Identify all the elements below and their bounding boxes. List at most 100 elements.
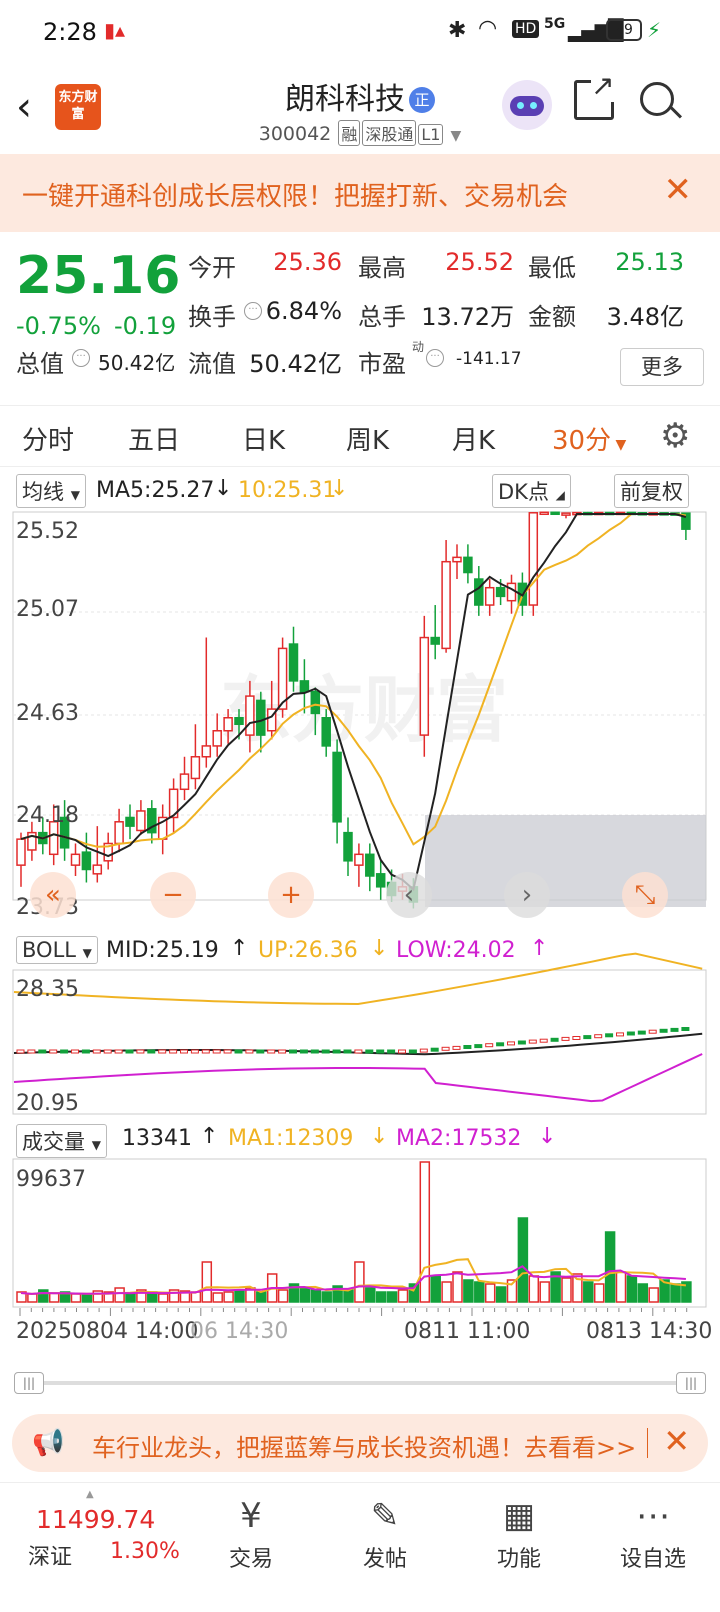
boll-mid-arrow: ↑	[230, 936, 249, 961]
info-icon[interactable]: ···	[72, 349, 90, 367]
boll-candle	[71, 1049, 79, 1054]
stock-subtitle: 300042 融深股通 L1 ▼	[0, 120, 720, 146]
network-5g: 5G	[544, 16, 566, 32]
more-button[interactable]: 更多	[620, 348, 704, 386]
volume-bar	[125, 1292, 136, 1303]
boll-candle	[616, 1032, 624, 1037]
app-notification-icon: ▮▴	[104, 18, 126, 42]
tab-five-day[interactable]: 五日	[128, 420, 180, 457]
battery-icon: 99	[606, 19, 642, 41]
nav-watchlist[interactable]: ⋯ 设自选	[608, 1491, 698, 1573]
robot-assistant-icon[interactable]	[502, 80, 552, 130]
volume-bar	[48, 1292, 60, 1303]
nav-trade[interactable]: ¥ 交易	[206, 1491, 296, 1573]
info-icon[interactable]: ···	[426, 349, 444, 367]
low-value: 25.13	[615, 248, 684, 276]
boll-candle	[550, 1037, 559, 1042]
nav-post-label: 发帖	[362, 1547, 407, 1572]
y-label-2: 25.07	[16, 597, 79, 622]
chart-scrollbar[interactable]: ||| |||	[14, 1372, 706, 1394]
boll-candle	[594, 1034, 603, 1039]
tag-level: L1	[418, 124, 444, 145]
index-percent[interactable]: 1.30%	[110, 1539, 180, 1564]
volume-value: 13.72万	[421, 303, 514, 331]
boll-candle	[507, 1041, 515, 1046]
boll-candle	[583, 1035, 592, 1040]
nav-watchlist-label: 设自选	[619, 1547, 686, 1572]
scroll-grip-right[interactable]: |||	[676, 1372, 706, 1394]
volume-bar	[81, 1294, 93, 1303]
tab-30min[interactable]: 30分 ▼	[552, 420, 626, 457]
volume-arrow: ↑	[200, 1124, 219, 1149]
chevron-down-icon[interactable]: ▼	[450, 128, 461, 144]
boll-candle	[605, 1033, 614, 1038]
zoom-in-icon[interactable]: +	[268, 872, 314, 918]
boll-candle	[212, 1049, 221, 1054]
index-value[interactable]: 11499.74	[36, 1505, 155, 1534]
index-name[interactable]: 深证	[28, 1539, 72, 1571]
boll-candle	[147, 1049, 156, 1054]
boll-low-arrow: ↑	[530, 936, 549, 961]
amount-label: 金额	[528, 303, 576, 331]
candle-body	[70, 853, 81, 866]
volume-ma2-arrow: ↓	[538, 1124, 557, 1149]
scroll-track[interactable]	[32, 1381, 688, 1385]
volume-bar	[256, 1291, 267, 1303]
fullscreen-icon[interactable]: ⤡	[622, 872, 668, 918]
boll-candle	[289, 1049, 297, 1054]
vol-y-top: 99637	[16, 1167, 86, 1192]
open-value: 25.36	[273, 248, 342, 276]
boll-candle	[496, 1042, 505, 1047]
nav-functions[interactable]: ▦ 功能	[474, 1491, 564, 1573]
boll-candle	[16, 1049, 25, 1054]
promo-banner[interactable]: 一键开通科创成长层权限！把握打新、交易机会 ✕	[0, 154, 720, 232]
tab-month-k[interactable]: 月K	[452, 420, 495, 457]
boll-candle	[190, 1049, 199, 1054]
volume-bar	[517, 1217, 529, 1303]
boll-candle	[267, 1049, 276, 1054]
bluetooth-icon: ✱	[448, 18, 467, 43]
volume-bar	[419, 1161, 431, 1303]
change-amount: -0.19	[114, 312, 177, 340]
volume-bar	[441, 1281, 452, 1303]
boll-select[interactable]: BOLL ▼	[16, 936, 98, 964]
ad-banner[interactable]: 📢 车行业龙头，把握蓝筹与成长投资机遇！去看看>> ✕	[12, 1414, 708, 1472]
settings-gear-icon[interactable]: ⚙	[660, 416, 690, 456]
boll-name: BOLL	[22, 938, 76, 962]
volume-name: 成交量	[22, 1130, 85, 1154]
volume-bar	[70, 1293, 82, 1303]
zoom-out-icon[interactable]: −	[150, 872, 196, 918]
y-label-4: 24.18	[16, 803, 79, 828]
close-icon[interactable]: ✕	[664, 170, 693, 210]
volume-bar	[593, 1283, 605, 1303]
scroll-grip-left[interactable]: |||	[14, 1372, 44, 1394]
info-icon[interactable]: ···	[244, 302, 262, 320]
volume-bar	[484, 1283, 496, 1303]
volume-select[interactable]: 成交量 ▼	[16, 1124, 107, 1158]
share-icon[interactable]: ↗	[574, 69, 615, 120]
kline-chart-area[interactable]: 均线 ▼ MA5:25.27 ↓ 10:25.31 ↓ DK点 ◢ 前复权 东方…	[0, 470, 720, 1380]
tab-day-k[interactable]: 日K	[242, 420, 285, 457]
step-left-icon[interactable]: ‹	[386, 872, 432, 918]
volume-value: 13341	[122, 1126, 192, 1151]
pe-label: 市盈	[358, 350, 406, 378]
volume-bar	[397, 1289, 409, 1303]
nav-post[interactable]: ✎ 发帖	[340, 1491, 430, 1573]
candle-body	[419, 636, 430, 736]
tab-intraday[interactable]: 分时	[22, 420, 74, 457]
charging-icon: ⚡	[647, 18, 662, 42]
candle-body	[343, 831, 353, 862]
volume-ma1-arrow: ↓	[370, 1124, 389, 1149]
step-right-icon[interactable]: ›	[504, 872, 550, 918]
search-icon[interactable]	[640, 82, 683, 119]
candle-body	[201, 745, 212, 758]
stock-code: 300042	[258, 123, 332, 145]
change-percent: -0.75%	[16, 312, 101, 340]
boll-candle	[201, 1049, 210, 1054]
divider	[647, 1428, 648, 1458]
scroll-left-fast-icon[interactable]: «	[30, 872, 76, 918]
tab-week-k[interactable]: 周K	[346, 420, 389, 457]
close-icon[interactable]: ✕	[663, 1422, 690, 1460]
volume-bar	[343, 1289, 354, 1303]
boll-candle	[114, 1049, 123, 1054]
